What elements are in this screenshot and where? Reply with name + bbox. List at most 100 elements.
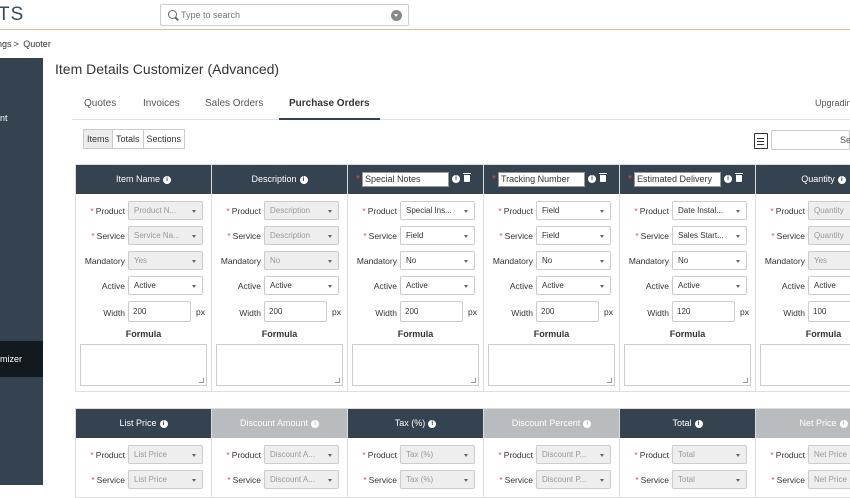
width-input[interactable]: 200	[536, 301, 599, 322]
service-select[interactable]: Description	[264, 226, 339, 245]
width-label: Width	[103, 308, 125, 318]
product-select[interactable]: List Price	[128, 445, 203, 464]
info-icon[interactable]: i	[694, 419, 703, 428]
sidebar-item[interactable]: nt	[0, 113, 43, 123]
trash-icon[interactable]	[599, 173, 607, 182]
product-select[interactable]: Description	[264, 201, 339, 220]
info-icon[interactable]: i	[583, 419, 592, 428]
active-select[interactable]: Active	[536, 276, 611, 295]
subtab-sections[interactable]: Sections	[144, 130, 185, 148]
service-select[interactable]: Sales Start...	[672, 226, 747, 245]
service-label: * Service	[499, 231, 533, 241]
formula-label: Formula	[261, 329, 298, 339]
service-label: * Service	[227, 475, 261, 485]
column-title-input[interactable]: Special Notes	[362, 172, 449, 187]
product-select[interactable]: Net Price	[808, 445, 850, 464]
active-select[interactable]: Active	[128, 276, 203, 295]
info-icon[interactable]: i	[159, 419, 168, 428]
trash-icon[interactable]	[735, 173, 743, 182]
tab-sales-orders[interactable]: Sales Orders	[205, 98, 263, 109]
service-select[interactable]: Net Price	[808, 470, 850, 489]
service-label: * Service	[635, 231, 669, 241]
product-select[interactable]: Discount P...	[536, 445, 611, 464]
sidebar-item-active[interactable]: mizer	[0, 341, 43, 377]
active-select[interactable]: Active	[808, 276, 850, 295]
product-select[interactable]: Discount A...	[264, 445, 339, 464]
formula-textarea[interactable]	[80, 344, 207, 386]
formula-label: Formula	[125, 329, 162, 339]
service-select[interactable]: Field	[536, 226, 611, 245]
column-title-input[interactable]: Tracking Number	[498, 172, 585, 187]
service-select[interactable]: Total	[672, 470, 747, 489]
service-select[interactable]: Quantity	[808, 226, 850, 245]
mandatory-select[interactable]: Yes	[128, 251, 203, 270]
info-icon[interactable]: i	[839, 419, 848, 428]
copy-icon[interactable]	[754, 133, 768, 149]
column-title-input[interactable]: Estimated Delivery	[634, 172, 721, 187]
page-title: Item Details Customizer (Advanced)	[55, 61, 280, 77]
info-icon[interactable]: i	[299, 175, 308, 184]
trash-icon[interactable]	[463, 173, 471, 182]
active-select[interactable]: Active	[264, 276, 339, 295]
mandatory-select[interactable]: No	[400, 251, 475, 270]
width-input[interactable]: 200	[128, 301, 191, 322]
formula-textarea[interactable]	[216, 344, 343, 386]
product-select[interactable]: Total	[672, 445, 747, 464]
service-select[interactable]: List Price	[128, 470, 203, 489]
product-select[interactable]: Quantity	[808, 201, 850, 220]
active-label: Active	[237, 281, 261, 291]
width-label: Width	[375, 308, 397, 318]
tab-quotes[interactable]: Quotes	[84, 98, 116, 109]
active-select[interactable]: Active	[400, 276, 475, 295]
info-icon[interactable]: i	[588, 175, 596, 183]
width-label: Width	[783, 308, 805, 318]
info-icon[interactable]: i	[452, 175, 460, 183]
search-input[interactable]	[181, 7, 381, 23]
width-input[interactable]: 100	[808, 301, 850, 322]
mandatory-select[interactable]: No	[672, 251, 747, 270]
width-input[interactable]: 200	[400, 301, 463, 322]
product-select[interactable]: Date Instal...	[672, 201, 747, 220]
info-icon[interactable]: i	[837, 175, 846, 184]
column-header: Description i	[212, 165, 347, 194]
product-select[interactable]: Product N...	[128, 201, 203, 220]
service-select[interactable]: Discount P...	[536, 470, 611, 489]
product-select[interactable]: Field	[536, 201, 611, 220]
tab-invoices[interactable]: Invoices	[143, 98, 180, 109]
info-icon[interactable]: i	[428, 419, 437, 428]
active-select[interactable]: Active	[672, 276, 747, 295]
chevron-down-icon[interactable]	[391, 10, 402, 21]
formula-textarea[interactable]	[624, 344, 751, 386]
formula-label: Formula	[533, 329, 570, 339]
service-select[interactable]: Discount A...	[264, 470, 339, 489]
info-icon[interactable]: i	[163, 175, 171, 184]
column-search[interactable]: Se	[771, 130, 850, 150]
subtab-items[interactable]: Items	[84, 130, 114, 148]
formula-textarea[interactable]	[352, 344, 479, 386]
upgrade-link[interactable]: Upgradin	[815, 98, 850, 108]
column-title: Item Name	[115, 174, 160, 184]
width-label: Width	[239, 308, 261, 318]
service-select[interactable]: Field	[400, 226, 475, 245]
mandatory-select[interactable]: No	[536, 251, 611, 270]
tab-bar: Quotes Invoices Sales Orders Purchase Or…	[72, 90, 850, 120]
column-header: List Price i	[76, 409, 211, 438]
width-input[interactable]: 120	[672, 301, 735, 322]
tab-purchase-orders[interactable]: Purchase Orders	[279, 98, 380, 120]
active-label: Active	[781, 281, 805, 291]
formula-textarea[interactable]	[760, 344, 850, 386]
service-select[interactable]: Tax (%)	[400, 470, 475, 489]
product-select[interactable]: Tax (%)	[400, 445, 475, 464]
column-title: Discount Percent	[511, 418, 581, 428]
formula-textarea[interactable]	[488, 344, 615, 386]
global-search[interactable]	[160, 4, 409, 26]
mandatory-select[interactable]: No	[264, 251, 339, 270]
info-icon[interactable]: i	[724, 175, 732, 183]
subtab-totals[interactable]: Totals	[113, 130, 144, 148]
service-select[interactable]: Service Na...	[128, 226, 203, 245]
width-input[interactable]: 200	[264, 301, 327, 322]
breadcrumb-parent[interactable]: ngs	[0, 39, 12, 49]
info-icon[interactable]: i	[311, 419, 320, 428]
mandatory-select[interactable]: Yes	[808, 251, 850, 270]
product-select[interactable]: Special Ins...	[400, 201, 475, 220]
